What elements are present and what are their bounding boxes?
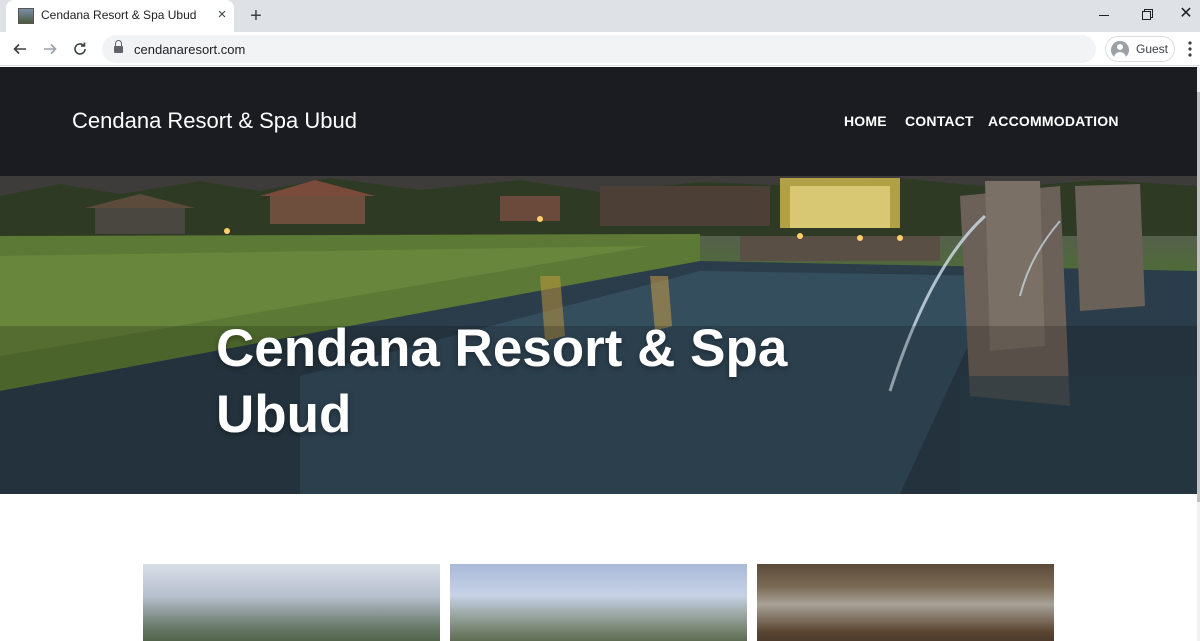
favicon-icon (18, 8, 34, 24)
profile-button[interactable]: Guest (1105, 36, 1175, 62)
minimize-icon (1099, 14, 1109, 16)
new-tab-button[interactable]: + (244, 4, 268, 28)
window-close-button[interactable]: ✕ (1166, 0, 1200, 28)
back-arrow-icon (13, 43, 26, 55)
restore-icon (1141, 10, 1151, 20)
site-header: Cendana Resort & Spa Ubud HOME CONTACT A… (0, 67, 1197, 176)
gallery-image[interactable] (450, 564, 747, 641)
nav-contact[interactable]: CONTACT (905, 113, 974, 129)
back-button[interactable] (8, 37, 32, 61)
hero-title: Cendana Resort & Spa Ubud (216, 319, 788, 444)
avatar-icon (1111, 41, 1129, 59)
reload-button[interactable] (68, 37, 92, 61)
browser-tabstrip: Cendana Resort & Spa Ubud × + ✕ (0, 0, 1200, 32)
browser-toolbar: cendanaresort.com Guest (0, 32, 1200, 66)
close-icon[interactable]: × (212, 5, 232, 25)
hero-banner: Cendana Resort & Spa Ubud (0, 176, 1197, 494)
gallery-image[interactable] (757, 564, 1054, 641)
nav-home[interactable]: HOME (844, 113, 887, 129)
address-bar[interactable]: cendanaresort.com (102, 35, 1096, 63)
lock-icon[interactable] (114, 40, 123, 53)
browser-tab[interactable]: Cendana Resort & Spa Ubud × (6, 0, 234, 32)
gallery-image[interactable] (143, 564, 440, 641)
nav-accommodation[interactable]: ACCOMMODATION (988, 113, 1119, 129)
browser-menu-button[interactable] (1182, 37, 1198, 61)
reload-icon (74, 42, 86, 55)
forward-arrow-icon (44, 43, 57, 55)
tab-title: Cendana Resort & Spa Ubud (41, 8, 197, 22)
site-brand[interactable]: Cendana Resort & Spa Ubud (72, 108, 357, 134)
forward-button[interactable] (38, 37, 62, 61)
restore-button[interactable] (1126, 0, 1166, 28)
profile-label: Guest (1136, 42, 1169, 56)
minimize-button[interactable] (1084, 0, 1124, 28)
kebab-menu-icon (1188, 41, 1192, 57)
url-text[interactable]: cendanaresort.com (134, 42, 245, 57)
page-viewport: Cendana Resort & Spa Ubud HOME CONTACT A… (0, 67, 1197, 641)
